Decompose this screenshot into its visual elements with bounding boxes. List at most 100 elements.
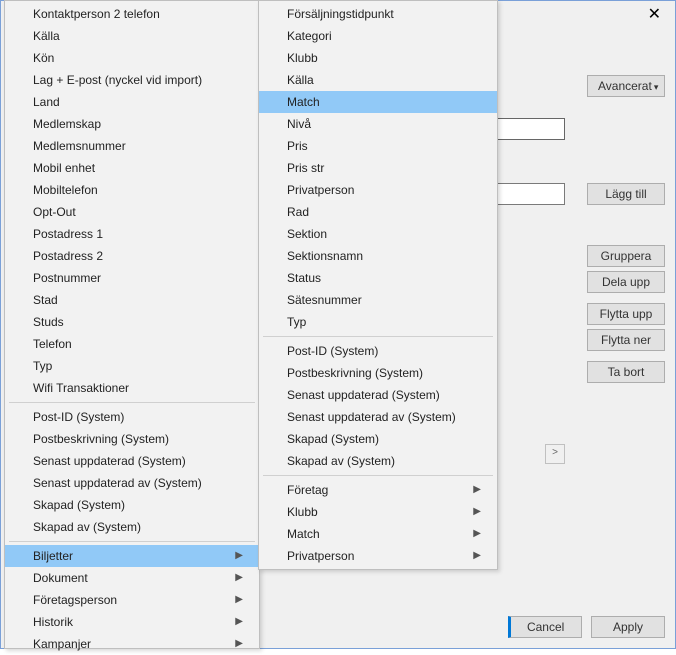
menu-item[interactable]: Land [5, 91, 259, 113]
menu-item[interactable]: Källa [5, 25, 259, 47]
menu-item[interactable]: Studs [5, 311, 259, 333]
menu-item[interactable]: Postadress 2 [5, 245, 259, 267]
menu-item[interactable]: Match▶ [259, 523, 497, 545]
dialog-bottom-bar: Cancel Apply [502, 616, 665, 638]
cancel-button[interactable]: Cancel [508, 616, 582, 638]
menu-item[interactable]: Wifi Transaktioner [5, 377, 259, 399]
menu-item[interactable]: Mobil enhet [5, 157, 259, 179]
menu-item-label: Skapad (System) [287, 431, 379, 447]
menu-item-label: Post-ID (System) [287, 343, 378, 359]
menu-item[interactable]: Stad [5, 289, 259, 311]
menu-item-label: Medlemsnummer [33, 138, 126, 154]
menu-item[interactable]: Försäljningstidpunkt [259, 3, 497, 25]
chevron-right-icon: ▶ [235, 570, 243, 586]
remove-button[interactable]: Ta bort [587, 361, 665, 383]
menu-item[interactable]: Klubb [259, 47, 497, 69]
menu-item[interactable]: Skapad av (System) [259, 450, 497, 472]
menu-item[interactable]: Medlemsnummer [5, 135, 259, 157]
menu-item-label: Kategori [287, 28, 332, 44]
menu-item[interactable]: Postnummer [5, 267, 259, 289]
menu-item-label: Skapad (System) [33, 497, 125, 513]
move-down-button[interactable]: Flytta ner [587, 329, 665, 351]
menu-item[interactable]: Sektion [259, 223, 497, 245]
menu-item[interactable]: Post-ID (System) [259, 340, 497, 362]
menu-item[interactable]: Kampanjer▶ [5, 633, 259, 655]
menu-item[interactable]: Kön [5, 47, 259, 69]
menu-item-label: Biljetter [33, 548, 73, 564]
menu-item[interactable]: Senast uppdaterad (System) [5, 450, 259, 472]
menu-item-label: Klubb [287, 504, 318, 520]
menu-item[interactable]: Senast uppdaterad av (System) [5, 472, 259, 494]
menu-item[interactable]: Senast uppdaterad av (System) [259, 406, 497, 428]
menu-item[interactable]: Dokument ▶ [5, 567, 259, 589]
menu-item[interactable]: Skapad (System) [259, 428, 497, 450]
menu-item-label: Lag + E-post (nyckel vid import) [33, 72, 202, 88]
menu-item-label: Medlemskap [33, 116, 101, 132]
menu-item[interactable]: Biljetter▶ [5, 545, 259, 567]
menu-item-label: Sektionsnamn [287, 248, 363, 264]
menu-item[interactable]: Postbeskrivning (System) [259, 362, 497, 384]
menu-item-label: Sätesnummer [287, 292, 362, 308]
advanced-button[interactable]: Avancerat▾ [587, 75, 665, 97]
menu-item[interactable]: Företagsperson▶ [5, 589, 259, 611]
menu-item[interactable]: Status [259, 267, 497, 289]
apply-button[interactable]: Apply [591, 616, 665, 638]
split-button[interactable]: Dela upp [587, 271, 665, 293]
menu-item[interactable]: Kontaktperson 2 telefon [5, 3, 259, 25]
menu-item[interactable]: Lag + E-post (nyckel vid import) [5, 69, 259, 91]
menu-item[interactable]: Sektionsnamn [259, 245, 497, 267]
menu-item-label: Postadress 1 [33, 226, 103, 242]
group-button[interactable]: Gruppera [587, 245, 665, 267]
menu-item-label: Sektion [287, 226, 327, 242]
menu-item-label: Privatperson [287, 182, 354, 198]
menu-item[interactable]: Match [259, 91, 497, 113]
menu-item-label: Kampanjer [33, 636, 91, 652]
menu-item-label: Nivå [287, 116, 311, 132]
menu-item[interactable]: Medlemskap [5, 113, 259, 135]
menu-item-label: Status [287, 270, 321, 286]
context-menu-left: Kontaktperson 2 telefonKällaKön Lag + E-p… [4, 0, 260, 649]
menu-item-label: Skapad av (System) [33, 519, 141, 535]
value-input-small[interactable] [487, 118, 565, 140]
add-button[interactable]: Lägg till [587, 183, 665, 205]
menu-item-label: Klubb [287, 50, 318, 66]
menu-item[interactable]: Sätesnummer [259, 289, 497, 311]
chevron-down-icon: ▾ [654, 82, 659, 92]
menu-item[interactable]: Nivå [259, 113, 497, 135]
menu-item[interactable]: Typ [5, 355, 259, 377]
menu-item[interactable]: Historik▶ [5, 611, 259, 633]
chevron-right-icon: ▶ [235, 614, 243, 630]
menu-item[interactable]: Privatperson [259, 179, 497, 201]
menu-item[interactable]: Rad [259, 201, 497, 223]
menu-item[interactable]: Opt-Out [5, 201, 259, 223]
menu-item-label: Opt-Out [33, 204, 76, 220]
menu-item[interactable]: Privatperson▶ [259, 545, 497, 567]
menu-item[interactable]: Företag▶ [259, 479, 497, 501]
menu-item-label: Försäljningstidpunkt [287, 6, 394, 22]
menu-item-label: Dokument [33, 570, 88, 586]
menu-item-label: Stad [33, 292, 58, 308]
menu-item[interactable]: Typ [259, 311, 497, 333]
menu-item-label: Telefon [33, 336, 72, 352]
menu-item[interactable]: Post-ID (System) [5, 406, 259, 428]
close-button[interactable]: ✕ [642, 5, 667, 25]
menu-item[interactable]: Klubb▶ [259, 501, 497, 523]
menu-item[interactable]: Senast uppdaterad (System) [259, 384, 497, 406]
menu-item[interactable]: Mobiltelefon [5, 179, 259, 201]
scroll-right-button[interactable]: > [545, 444, 565, 464]
chevron-right-icon: ▶ [473, 548, 481, 564]
menu-item-label: Företagsperson [33, 592, 117, 608]
menu-item[interactable]: Källa [259, 69, 497, 91]
menu-item[interactable]: Kategori [259, 25, 497, 47]
close-icon: ✕ [648, 6, 661, 23]
menu-item[interactable]: Skapad (System) [5, 494, 259, 516]
menu-item-label: Rad [287, 204, 309, 220]
menu-item[interactable]: Telefon [5, 333, 259, 355]
menu-item[interactable]: Skapad av (System) [5, 516, 259, 538]
menu-item[interactable]: Pris [259, 135, 497, 157]
menu-item[interactable]: Postbeskrivning (System) [5, 428, 259, 450]
menu-item[interactable]: Pris str [259, 157, 497, 179]
menu-item[interactable]: Postadress 1 [5, 223, 259, 245]
move-up-button[interactable]: Flytta upp [587, 303, 665, 325]
menu-item-label: Senast uppdaterad (System) [287, 387, 440, 403]
